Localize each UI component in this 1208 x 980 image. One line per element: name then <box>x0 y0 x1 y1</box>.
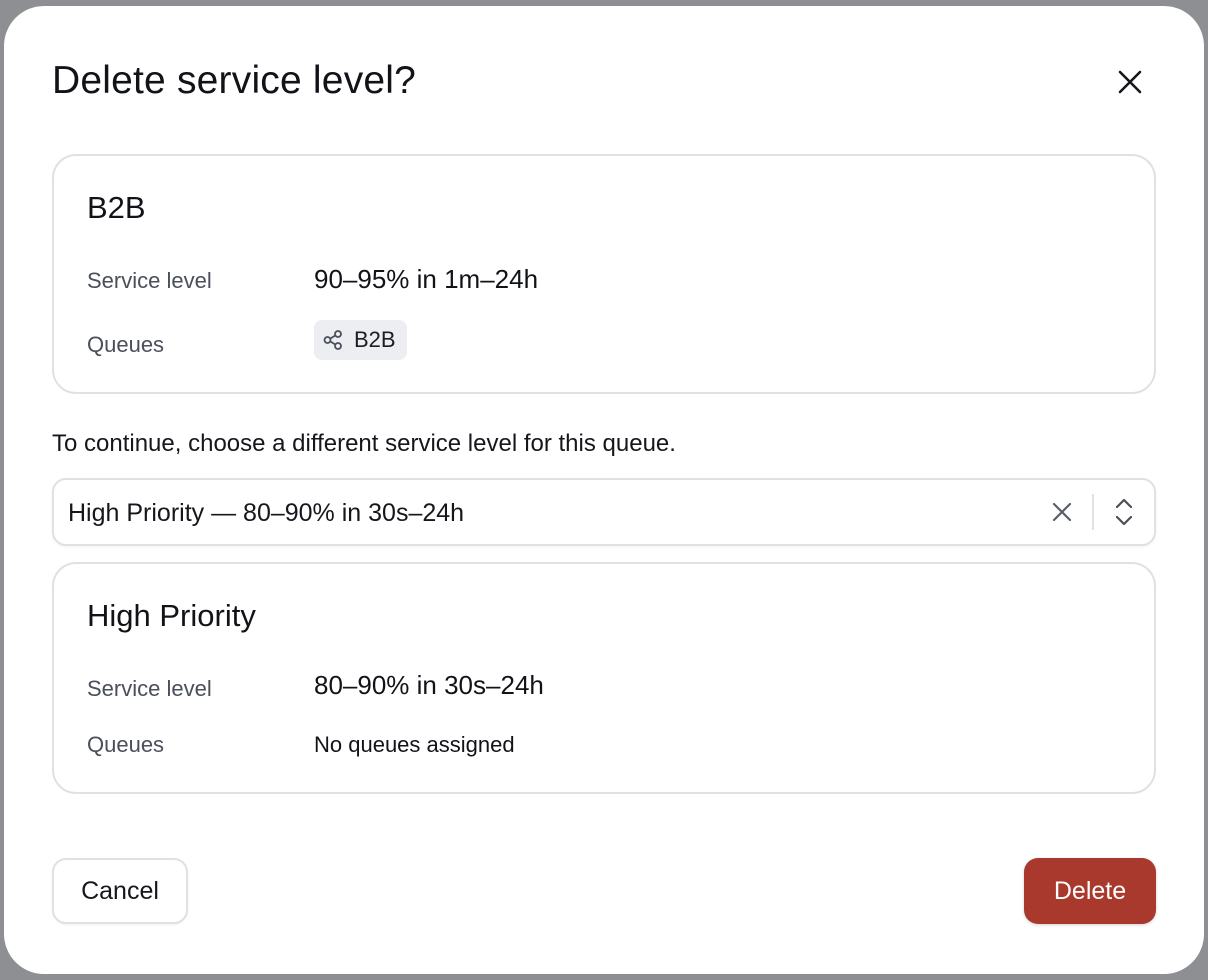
replacement-service-level-value: 80–90% in 30s–24h <box>314 670 544 700</box>
replacement-queues-value: No queues assigned <box>314 732 515 757</box>
replacement-service-level-select[interactable]: High Priority — 80–90% in 30s–24h <box>52 478 1156 546</box>
current-service-level-value: 90–95% in 1m–24h <box>314 264 539 294</box>
queue-chip-label: B2B <box>354 327 396 352</box>
dialog-title: Delete service level? <box>52 59 417 102</box>
chevron-up-down-icon <box>1115 498 1133 526</box>
replacement-service-level-card: High Priority Service level 80–90% in 30… <box>52 562 1156 794</box>
instruction-text: To continue, choose a different service … <box>52 430 676 457</box>
replacement-queues-label: Queues <box>87 732 165 757</box>
delete-button[interactable]: Delete <box>1024 858 1156 924</box>
select-selected-value: High Priority — 80–90% in 30s–24h <box>68 499 465 527</box>
cancel-button[interactable]: Cancel <box>52 858 188 924</box>
select-toggle-button[interactable] <box>1108 494 1140 530</box>
current-queues-label: Queues <box>87 332 165 357</box>
close-dialog-button[interactable] <box>1106 58 1154 106</box>
delete-service-level-dialog: Delete service level? B2B Service level … <box>4 6 1204 974</box>
clear-selection-button[interactable] <box>1046 496 1078 528</box>
current-service-level-label: Service level <box>87 268 212 293</box>
queue-chip-b2b: B2B <box>314 320 407 360</box>
current-service-level-card: B2B Service level 90–95% in 1m–24h Queue… <box>52 154 1156 394</box>
select-divider <box>1092 494 1094 530</box>
close-icon <box>1052 502 1072 522</box>
replacement-service-level-label: Service level <box>87 676 212 701</box>
close-icon <box>1118 70 1142 94</box>
replacement-level-name: High Priority <box>87 598 256 633</box>
share-icon <box>323 330 342 350</box>
current-level-name: B2B <box>87 190 146 225</box>
